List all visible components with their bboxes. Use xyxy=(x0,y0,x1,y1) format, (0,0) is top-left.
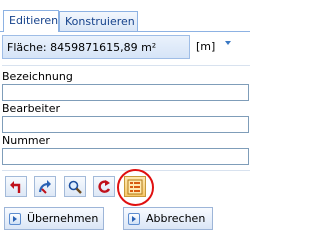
bezeichnung-field[interactable] xyxy=(2,84,249,101)
arrow-right-icon xyxy=(9,213,21,225)
apply-button[interactable]: Übernehmen xyxy=(4,207,104,230)
arrow-right-icon xyxy=(128,213,140,225)
tab-bar: Editieren Konstruieren xyxy=(0,0,256,32)
redo-button[interactable] xyxy=(34,176,56,197)
divider xyxy=(2,65,250,66)
tab-konstruieren[interactable]: Konstruieren xyxy=(59,11,138,31)
apply-label: Übernehmen xyxy=(27,212,99,225)
redo-icon xyxy=(38,180,51,194)
bearbeiter-label: Bearbeiter xyxy=(2,102,60,115)
bearbeiter-field[interactable] xyxy=(2,116,249,133)
area-value: Fläche: 8459871615,89 m² xyxy=(7,41,157,54)
bezeichnung-label: Bezeichnung xyxy=(2,70,73,83)
nummer-label: Nummer xyxy=(2,134,50,147)
cancel-button[interactable]: Abbrechen xyxy=(123,207,213,230)
highlight-ring xyxy=(117,169,154,206)
zoom-icon xyxy=(68,180,82,194)
chevron-down-icon[interactable] xyxy=(225,41,231,45)
zoom-button[interactable] xyxy=(64,176,86,197)
unit-select[interactable]: [m] xyxy=(196,40,215,53)
reset-icon xyxy=(98,180,111,193)
cancel-label: Abbrechen xyxy=(146,212,206,225)
reset-button[interactable] xyxy=(93,176,115,197)
tab-editieren[interactable]: Editieren xyxy=(3,10,59,32)
undo-button[interactable] xyxy=(5,176,27,197)
nummer-field[interactable] xyxy=(2,148,249,165)
undo-icon xyxy=(10,181,21,193)
area-display: Fläche: 8459871615,89 m² xyxy=(2,35,190,59)
